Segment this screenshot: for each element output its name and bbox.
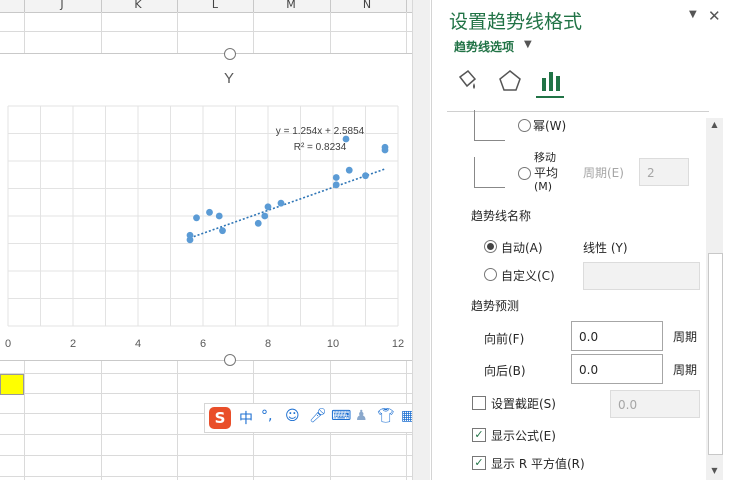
chart-resize-handle-top[interactable] — [224, 48, 236, 60]
active-tab-indicator — [536, 96, 564, 98]
highlighted-cell[interactable] — [0, 374, 24, 395]
custom-name-input[interactable] — [583, 262, 700, 290]
data-point[interactable] — [254, 219, 262, 227]
forward-input[interactable]: 0.0 — [571, 321, 663, 351]
ime-user-icon[interactable]: ♟ — [355, 408, 368, 424]
x-tick-label: 8 — [265, 338, 271, 350]
chart-resize-handle-bottom[interactable] — [224, 354, 236, 366]
show-equation-checkbox[interactable]: ✓ — [472, 428, 486, 442]
pane-options-arrow-icon[interactable]: ▼ — [689, 9, 697, 20]
intercept-input[interactable]: 0.0 — [610, 390, 700, 418]
power-trend-icon — [474, 110, 505, 141]
close-icon[interactable]: ✕ — [708, 7, 721, 25]
sogou-logo-icon[interactable]: S — [209, 407, 231, 429]
ime-lang-toggle[interactable]: 中 — [239, 408, 253, 428]
x-tick-label: 2 — [70, 338, 76, 350]
series-options-tab-icon[interactable] — [538, 68, 564, 94]
data-point[interactable] — [277, 199, 285, 207]
moving-average-trend-icon — [474, 157, 505, 188]
data-point[interactable] — [193, 214, 200, 222]
pane-scroll-thumb[interactable] — [708, 253, 723, 455]
trendline-name-section: 趋势线名称 — [471, 209, 532, 223]
data-point[interactable] — [332, 174, 340, 181]
chart-title[interactable]: Y — [224, 70, 234, 87]
ime-keyboard-icon[interactable]: ⌨ — [331, 408, 351, 424]
show-r2-label: 显示 R 平方值(R) — [491, 457, 585, 471]
ime-toolbar[interactable]: S 中 °, ☺ 🎤︎ ⌨ ♟ 👕︎ ▦ — [204, 403, 426, 433]
data-point[interactable] — [381, 143, 389, 151]
column-header-n[interactable]: N — [357, 0, 377, 11]
trendline-equation[interactable]: y = 1.254x + 2.5854 — [276, 126, 365, 137]
custom-name-label: 自定义(C) — [501, 269, 555, 283]
auto-name-value: 线性 (Y) — [583, 241, 628, 255]
moving-average-radio[interactable] — [518, 167, 531, 180]
x-tick-label: 4 — [135, 338, 141, 350]
data-point[interactable] — [345, 166, 353, 174]
period-label: 周期(E) — [583, 166, 624, 180]
custom-name-radio[interactable] — [484, 268, 497, 281]
moving-average-label-2: 平均 — [534, 166, 559, 180]
moving-average-label-3: (M) — [534, 180, 553, 193]
data-point[interactable] — [186, 231, 194, 239]
backward-input[interactable]: 0.0 — [571, 354, 663, 384]
power-label: 幂(W) — [533, 119, 567, 133]
forecast-section: 趋势预测 — [471, 299, 520, 313]
data-point[interactable] — [215, 212, 223, 220]
data-point[interactable] — [264, 203, 272, 211]
pane-title: 设置趋势线格式 — [449, 11, 583, 33]
show-r2-checkbox[interactable]: ✓ — [472, 456, 486, 470]
ime-voice-icon[interactable]: 🎤︎ — [309, 408, 327, 424]
sheet-vertical-scrollbar[interactable] — [412, 0, 430, 480]
data-point[interactable] — [261, 212, 269, 220]
column-header-m[interactable]: M — [281, 0, 301, 11]
fill-line-tab-icon[interactable] — [454, 68, 480, 94]
set-intercept-label: 设置截距(S) — [491, 397, 556, 411]
x-tick-label: 12 — [392, 338, 404, 350]
chart-area[interactable]: Y 0 2 4 6 8 10 12 y = 1.254x + 2.5854 R² = 0.8… — [0, 53, 412, 361]
column-header-j[interactable]: J — [52, 0, 72, 11]
data-point[interactable] — [332, 181, 340, 189]
trendline[interactable] — [189, 168, 386, 239]
x-tick-label: 6 — [200, 338, 206, 350]
backward-unit-label: 周期 — [673, 363, 698, 377]
forward-unit-label: 周期 — [673, 330, 698, 344]
show-equation-label: 显示公式(E) — [491, 429, 556, 443]
spreadsheet: J K L M N Y 0 2 4 6 8 10 12 y = 1.254x + 2.585… — [0, 0, 430, 480]
scatter-chart[interactable]: Y 0 2 4 6 8 10 12 y = 1.254x + 2.5854 R² = 0.8… — [0, 54, 412, 360]
column-header-l[interactable]: L — [205, 0, 225, 11]
period-stepper[interactable]: 2 — [639, 158, 689, 186]
data-point[interactable] — [206, 208, 213, 216]
column-header-bar: J K L M N — [0, 0, 412, 13]
set-intercept-checkbox[interactable] — [472, 396, 486, 410]
scroll-up-icon[interactable]: ▲ — [706, 120, 723, 134]
scroll-down-icon[interactable]: ▼ — [706, 466, 723, 480]
x-tick-label: 10 — [327, 338, 339, 350]
pane-scrollbar[interactable]: ▲ ▼ — [706, 118, 723, 480]
power-radio[interactable] — [518, 119, 531, 132]
backward-label: 向后(B) — [484, 364, 526, 378]
format-trendline-pane: 设置趋势线格式 ▼ ✕ 趋势线选项 ▼ 幂(W) 移动 平均 (M) 周期(E)… — [431, 0, 736, 480]
x-tick-label: 0 — [5, 338, 11, 350]
data-point[interactable] — [219, 227, 226, 235]
data-point[interactable] — [362, 172, 369, 180]
ime-punct-toggle[interactable]: °, — [261, 408, 272, 424]
chevron-down-icon[interactable]: ▼ — [524, 39, 532, 50]
column-header-k[interactable]: K — [128, 0, 148, 11]
auto-name-radio[interactable] — [484, 240, 497, 253]
effects-tab-icon[interactable] — [497, 68, 523, 94]
ime-emoji-icon[interactable]: ☺ — [285, 408, 300, 424]
auto-name-label: 自动(A) — [501, 241, 543, 255]
trendline-options-dropdown[interactable]: 趋势线选项 — [454, 38, 514, 55]
r-squared-label[interactable]: R² = 0.8234 — [294, 142, 347, 153]
ime-skin-icon[interactable]: 👕︎ — [377, 408, 395, 424]
forward-label: 向前(F) — [484, 332, 525, 346]
moving-average-label-1: 移动 — [534, 151, 556, 164]
